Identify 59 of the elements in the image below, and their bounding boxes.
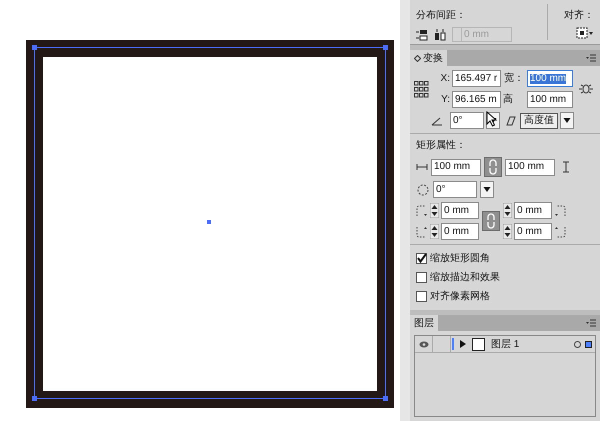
spinner-icon[interactable] [503, 224, 512, 239]
option-label: 缩放描边和效果 [430, 270, 500, 285]
checkbox[interactable] [416, 272, 427, 283]
corner-icon [554, 226, 566, 238]
angle-field[interactable]: 0° [450, 112, 484, 129]
corner-icon [416, 226, 428, 238]
layers-tab[interactable]: 图层 [410, 315, 438, 331]
spinner-icon[interactable] [430, 203, 439, 218]
y-label: Y: [440, 93, 450, 107]
transform-tab[interactable]: 变换 [410, 50, 447, 66]
target-icon[interactable] [574, 340, 581, 348]
option-label: 缩放矩形圆角 [430, 252, 490, 266]
align-to-label: 对齐： [564, 8, 594, 23]
reference-point-icon[interactable] [414, 81, 429, 98]
height-field[interactable]: 100 mm [527, 91, 573, 108]
panel-menu-icon[interactable] [586, 53, 596, 63]
width-field[interactable]: 100 mm [527, 70, 573, 87]
y-field[interactable]: 96.165 m [452, 91, 501, 108]
corner-radius-field[interactable]: 0 mm [514, 223, 552, 240]
width-icon [416, 163, 428, 171]
expand-arrow-icon[interactable] [460, 340, 466, 348]
height-icon [562, 161, 570, 173]
distribute-spacing-label: 分布间距： [416, 9, 467, 23]
checkbox[interactable] [416, 253, 427, 264]
spinner-icon[interactable] [503, 203, 512, 218]
cursor-icon [486, 111, 498, 127]
rect-width-field[interactable]: 100 mm [431, 158, 481, 176]
corner-icon [416, 204, 428, 216]
constrain-proportions-icon[interactable] [579, 83, 593, 95]
checkbox[interactable] [416, 291, 427, 302]
corner-radius-field[interactable]: 0 mm [441, 223, 479, 240]
height-label: 高 [503, 92, 514, 107]
eye-icon[interactable] [418, 340, 428, 348]
panel-menu-icon[interactable] [586, 318, 596, 328]
rotation-field[interactable]: 0° [433, 181, 477, 198]
rect-height-field[interactable]: 100 mm [505, 158, 555, 176]
link-icon[interactable] [482, 211, 500, 231]
align-target-icon[interactable] [576, 27, 594, 39]
layer-name[interactable]: 图层 1 [491, 336, 574, 352]
spinner-icon[interactable] [430, 224, 439, 239]
selection-indicator[interactable] [585, 340, 592, 348]
collapse-icon[interactable] [414, 54, 421, 62]
shear-icon [506, 116, 516, 126]
x-label: X: [440, 72, 450, 86]
dropdown-button[interactable] [480, 181, 494, 198]
width-label: 宽： [503, 72, 525, 86]
rectangle-properties-title: 矩形属性： [416, 138, 467, 153]
x-field[interactable]: 165.497 r [452, 70, 501, 87]
tooltip: 高度值 [520, 112, 558, 128]
corner-radius-field[interactable]: 0 mm [441, 202, 479, 219]
corner-icon [554, 204, 566, 216]
rotate-icon [416, 182, 430, 196]
vertical-distribute-icon[interactable] [434, 28, 446, 40]
option-label: 对齐像素网格 [430, 290, 490, 304]
layer-thumbnail [472, 338, 485, 350]
link-icon[interactable] [484, 157, 502, 177]
dropdown-button[interactable] [560, 112, 574, 129]
corner-radius-field[interactable]: 0 mm [514, 202, 552, 219]
horizontal-distribute-icon[interactable] [416, 28, 428, 40]
